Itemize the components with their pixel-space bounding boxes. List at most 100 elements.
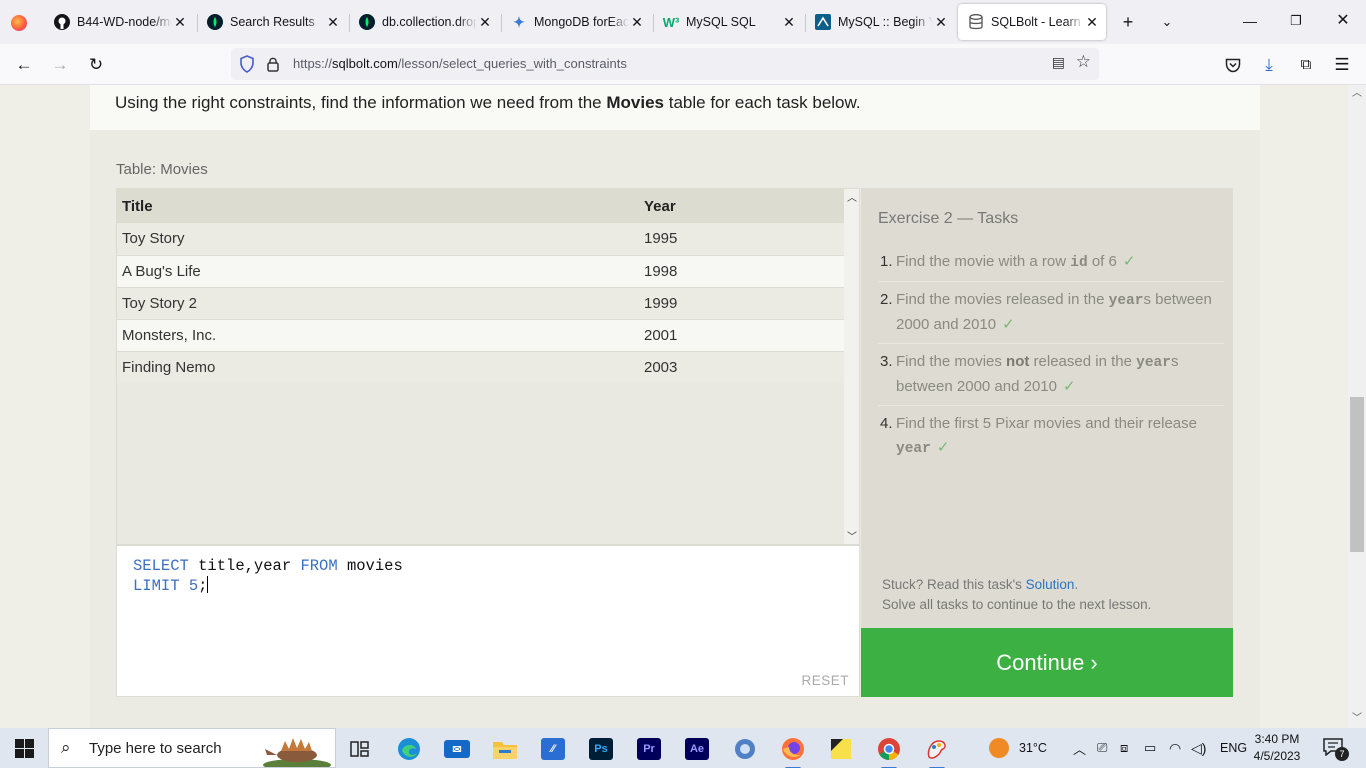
downloads-icon[interactable]: ⤓ <box>1256 52 1282 78</box>
close-tab-icon[interactable]: ✕ <box>1084 14 1100 31</box>
sql-query-editor[interactable]: SELECT title,year FROM movies LIMIT 5; R… <box>116 545 860 697</box>
mongodb-leaf-icon <box>207 14 223 30</box>
close-tab-icon[interactable]: ✕ <box>781 14 797 31</box>
stegosaurus-illustration-icon <box>263 738 331 767</box>
close-window-icon[interactable]: ✕ <box>1320 6 1366 36</box>
scroll-down-arrow-icon[interactable]: ﹀ <box>1348 710 1366 728</box>
lock-icon[interactable] <box>266 56 280 72</box>
tracking-protection-shield-icon[interactable] <box>239 55 255 73</box>
meet-now-icon[interactable]: ⎚ <box>1097 728 1107 768</box>
close-tab-icon[interactable]: ✕ <box>629 14 645 31</box>
database-icon <box>968 14 984 30</box>
cell-title: Toy Story 2 <box>117 287 639 320</box>
tab-title: Search Results <box>230 15 315 29</box>
file-explorer-icon[interactable] <box>485 733 525 765</box>
table-scrollbar[interactable]: ︿ ﹀ <box>844 189 859 544</box>
browser-tab[interactable]: MySQL :: Begin Yo ✕ <box>805 4 955 40</box>
browser-tab[interactable]: ✦ MongoDB forEach ✕ <box>501 4 651 40</box>
movies-table: Title Year Toy Story 1995 A Bug's Life 1… <box>117 189 844 383</box>
close-tab-icon[interactable]: ✕ <box>172 14 188 31</box>
cell-year: 1999 <box>639 287 844 320</box>
check-icon: ✓ <box>936 439 950 456</box>
browser-tab[interactable]: Search Results ✕ <box>197 4 347 40</box>
close-tab-icon[interactable]: ✕ <box>933 14 949 31</box>
reload-icon[interactable]: ↻ <box>83 52 109 78</box>
tab-title: db.collection.drop <box>382 15 477 29</box>
list-tabs-chevron-icon[interactable]: ⌄ <box>1155 10 1179 34</box>
cell-year: 2001 <box>639 319 844 352</box>
close-tab-icon[interactable]: ✕ <box>325 14 341 31</box>
weather-widget[interactable]: 31°C <box>989 728 1047 768</box>
stuck-help-text: Stuck? Read this task's Solution. Solve … <box>882 577 1152 612</box>
check-icon: ✓ <box>1122 253 1136 270</box>
scrollbar-thumb[interactable] <box>1350 397 1364 552</box>
tab-title: SQLBolt - Learn SQ <box>991 15 1084 29</box>
premiere-pro-icon[interactable]: Pr <box>629 733 669 765</box>
tab-title: MySQL :: Begin Yo <box>838 15 933 29</box>
address-bar[interactable]: https://sqlbolt.com/lesson/select_querie… <box>231 48 1099 80</box>
windows-start-icon[interactable] <box>6 736 42 760</box>
onedrive-icon[interactable]: ⧈ <box>1120 728 1128 768</box>
continue-button[interactable]: Continue › <box>861 628 1233 697</box>
restore-icon[interactable]: ❐ <box>1273 6 1319 36</box>
minimize-icon[interactable]: — <box>1227 6 1273 36</box>
language-indicator[interactable]: ENG <box>1220 728 1247 768</box>
table-row: Monsters, Inc. 2001 <box>117 319 844 352</box>
table-row: Toy Story 1995 <box>117 223 844 256</box>
task-view-icon[interactable] <box>340 733 380 765</box>
firefox-menu-icon[interactable] <box>8 12 30 34</box>
after-effects-icon[interactable]: Ae <box>677 733 717 765</box>
sql-query-text[interactable]: SELECT title,year FROM movies LIMIT 5; <box>133 556 403 596</box>
vscode-icon[interactable]: ⁄⁄ <box>533 733 573 765</box>
paint-icon[interactable] <box>917 733 957 768</box>
chrome-icon[interactable] <box>869 733 909 768</box>
browser-tab[interactable]: W³ MySQL SQL ✕ <box>653 4 803 40</box>
url-text[interactable]: https://sqlbolt.com/lesson/select_querie… <box>293 56 627 71</box>
new-tab-plus-icon[interactable]: + <box>1116 10 1140 34</box>
lesson-card: Using the right constraints, find the in… <box>90 85 1260 130</box>
battery-icon[interactable]: ▭ <box>1144 728 1156 768</box>
page-scrollbar[interactable]: ︿ ﹀ <box>1348 85 1366 728</box>
sticky-notes-icon[interactable] <box>821 733 861 765</box>
mysql-icon <box>815 14 831 30</box>
task-item: 3. Find the movies not released in the ye… <box>878 344 1224 406</box>
mail-icon[interactable]: ✉ <box>437 733 477 765</box>
browser-tab[interactable]: db.collection.drop ✕ <box>349 4 499 40</box>
bookmark-star-icon[interactable]: ☆ <box>1076 52 1091 72</box>
photoshop-icon[interactable]: Ps <box>581 733 621 765</box>
cell-title: Finding Nemo <box>117 351 639 383</box>
firefox-taskbar-icon[interactable] <box>773 733 813 768</box>
wifi-icon[interactable]: ◠ <box>1169 728 1181 768</box>
app-icon[interactable] <box>725 733 765 765</box>
volume-icon[interactable]: ◁) <box>1191 728 1206 768</box>
pocket-icon[interactable] <box>1220 52 1246 78</box>
tasks-panel: Exercise 2 — Tasks 1. Find the movie with… <box>861 188 1233 628</box>
scroll-down-arrow-icon[interactable]: ﹀ <box>844 528 859 543</box>
browser-tab-active[interactable]: SQLBolt - Learn SQ ✕ <box>958 4 1106 40</box>
tab-title: B44-WD-node/mo <box>77 15 172 29</box>
task-item: 2. Find the movies released in the years … <box>878 282 1224 344</box>
search-icon: ⌕ <box>61 738 71 757</box>
task-item: 1. Find the movie with a row id of 6 ✓ <box>878 244 1224 282</box>
system-clock[interactable]: 3:40 PM 4/5/2023 <box>1245 731 1309 765</box>
w3schools-icon: W³ <box>662 14 680 30</box>
browser-tab[interactable]: B44-WD-node/mo ✕ <box>44 4 194 40</box>
taskbar-search-box[interactable]: ⌕ Type here to search <box>48 728 336 768</box>
show-hidden-icons-chevron-icon[interactable]: ︿ <box>1073 728 1086 768</box>
forward-arrow-icon[interactable]: → <box>47 52 73 78</box>
reset-button[interactable]: RESET <box>801 673 849 688</box>
extensions-icon[interactable]: ⧉ <box>1293 52 1319 78</box>
reader-view-icon[interactable]: ▤ <box>1052 54 1065 71</box>
back-arrow-icon[interactable]: ← <box>11 52 37 78</box>
table-label: Table: Movies <box>116 161 208 178</box>
solution-link[interactable]: Solution <box>1026 577 1075 592</box>
hamburger-menu-icon[interactable]: ☰ <box>1329 52 1355 78</box>
tasks-heading: Exercise 2 — Tasks <box>878 210 1019 227</box>
notification-center-icon[interactable]: 7 <box>1323 728 1349 768</box>
scroll-up-arrow-icon[interactable]: ︿ <box>1348 85 1366 103</box>
edge-browser-icon[interactable] <box>389 733 429 765</box>
scroll-up-arrow-icon[interactable]: ︿ <box>844 189 859 204</box>
close-tab-icon[interactable]: ✕ <box>477 14 493 31</box>
mongodb-leaf-icon <box>359 14 375 30</box>
navigation-toolbar: ← → ↻ https://sqlbolt.com/lesson/select_… <box>0 44 1366 85</box>
